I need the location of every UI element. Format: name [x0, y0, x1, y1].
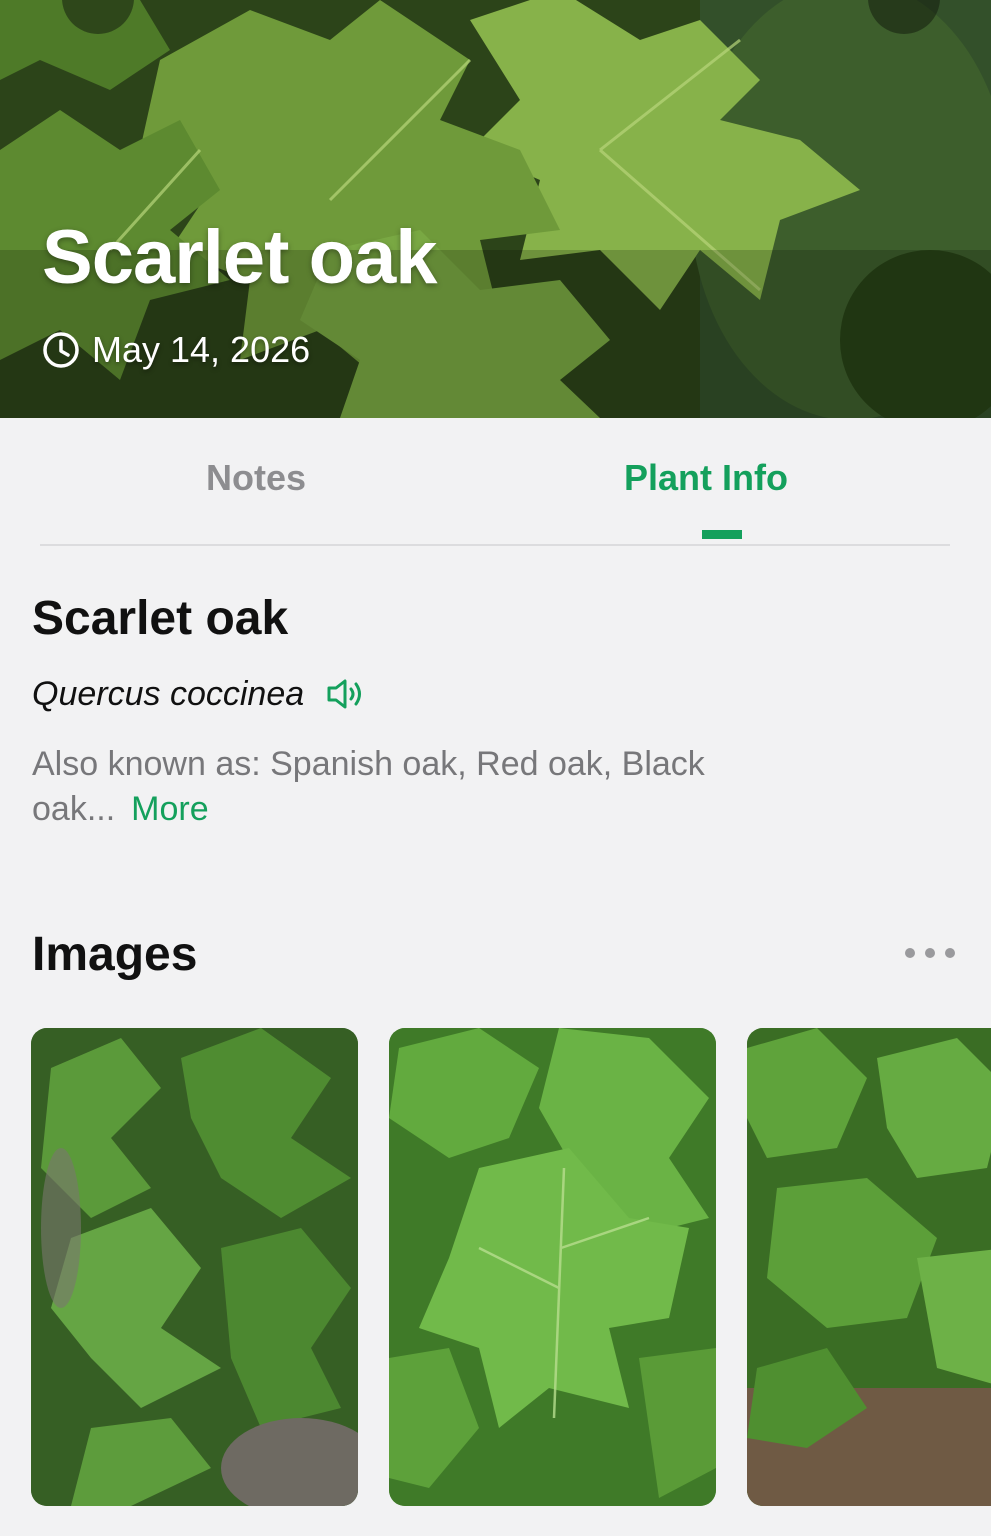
images-section-title: Images [32, 928, 198, 981]
plant-image-thumbnail[interactable] [747, 1028, 991, 1506]
plant-image-thumbnail[interactable] [31, 1028, 358, 1506]
leaf-photo [31, 1028, 358, 1506]
tab-plant-info[interactable]: Plant Info [624, 456, 788, 500]
capture-date: May 14, 2026 [42, 326, 310, 374]
scientific-name: Quercus coccinea [32, 675, 305, 713]
tab-notes[interactable]: Notes [206, 456, 306, 500]
also-known-as: Also known as: Spanish oak, Red oak, Bla… [32, 742, 792, 832]
leaf-photo [389, 1028, 716, 1506]
plant-common-name: Scarlet oak [32, 592, 289, 645]
clock-icon [43, 332, 79, 368]
plant-image-thumbnail[interactable] [389, 1028, 716, 1506]
more-horizontal-icon[interactable] [900, 938, 960, 968]
leaf-photo [747, 1028, 991, 1506]
date-text: May 14, 2026 [92, 329, 311, 370]
speaker-icon[interactable] [326, 677, 366, 711]
hero-image: Scarlet oak May 14, 2026 [0, 0, 991, 418]
scientific-name-row: Quercus coccinea [32, 672, 366, 716]
hero-title: Scarlet oak [42, 215, 438, 300]
more-link[interactable]: More [131, 790, 208, 828]
tab-bar: Notes Plant Info [40, 418, 950, 546]
active-tab-indicator [702, 530, 742, 539]
